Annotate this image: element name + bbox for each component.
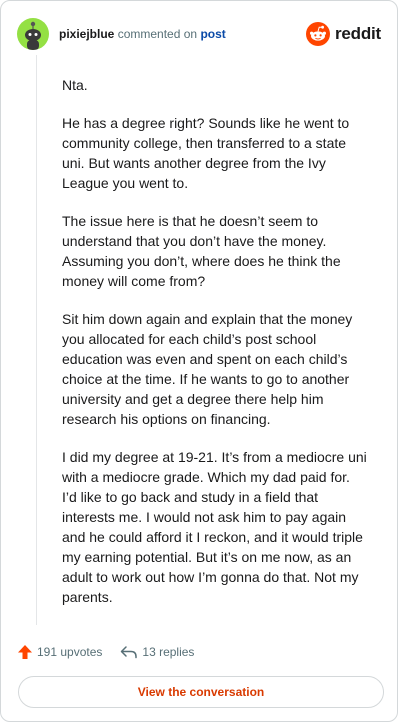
comment-body: Nta. He has a degree right? Sounds like … <box>62 75 368 625</box>
reply-arrow-icon <box>121 646 138 659</box>
comment-paragraph: The issue here is that he doesn’t seem t… <box>62 213 341 289</box>
reddit-logo-icon <box>305 22 330 46</box>
thread-line <box>36 55 37 625</box>
comment-paragraph: He has a degree right? Sounds like he we… <box>62 115 350 191</box>
post-link[interactable]: post <box>200 27 225 41</box>
avatar[interactable] <box>17 18 49 50</box>
comment-paragraph: Sit him down again and explain that the … <box>62 311 353 427</box>
comment-actions: 191 upvotes 13 replies <box>17 641 212 663</box>
comment-paragraph: Nta. <box>62 77 88 93</box>
username[interactable]: pixiejblue <box>59 27 114 41</box>
view-conversation-button[interactable]: View the conversation <box>18 676 384 708</box>
action-text: commented on <box>117 27 198 41</box>
snoo-avatar-icon <box>25 21 41 50</box>
upvote-count: 191 upvotes <box>37 645 103 659</box>
upvote-button[interactable]: 191 upvotes <box>17 644 102 660</box>
comment-header: pixiejblue commented on post reddit <box>17 17 381 51</box>
upvote-arrow-icon <box>18 645 32 659</box>
comment-paragraph: I did my degree at 19-21. It’s from a me… <box>62 449 367 605</box>
reply-count: 13 replies <box>142 645 195 659</box>
comment-meta: pixiejblue commented on post <box>59 27 226 41</box>
comment-card: pixiejblue commented on post reddit Nta.… <box>0 0 398 722</box>
replies-button[interactable]: 13 replies <box>120 644 194 660</box>
brand-wordmark: reddit <box>334 24 381 43</box>
reddit-brand[interactable]: reddit <box>305 22 381 46</box>
